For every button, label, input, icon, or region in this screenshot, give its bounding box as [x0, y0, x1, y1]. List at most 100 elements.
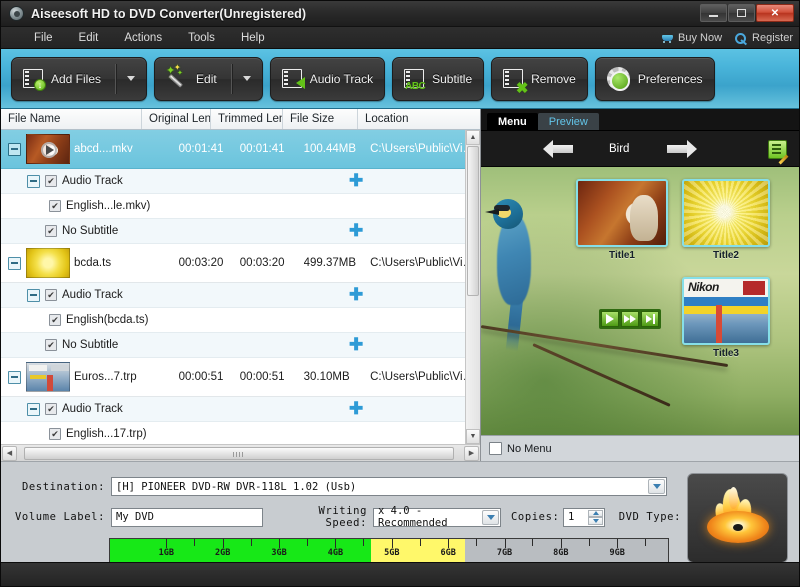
- subtitle-label: No Subtitle: [62, 339, 119, 351]
- subtitle-checkbox[interactable]: [45, 225, 57, 237]
- subtitle-group-row[interactable]: No Subtitle ✚: [1, 333, 480, 358]
- scroll-left-button[interactable]: ◀: [2, 445, 17, 461]
- audio-track-group-row[interactable]: Audio Track ✚: [1, 169, 480, 194]
- remove-label: Remove: [531, 71, 576, 86]
- chevron-down-icon[interactable]: [127, 76, 136, 81]
- vertical-scrollbar[interactable]: ▲ ▼: [465, 130, 480, 444]
- audio-track-group-row[interactable]: Audio Track ✚: [1, 397, 480, 422]
- subtitle-group-row[interactable]: No Subtitle ✚: [1, 219, 480, 244]
- horizontal-scroll-track[interactable]: [18, 446, 463, 460]
- left-arrow-icon[interactable]: [543, 139, 575, 158]
- horizontal-scrollbar[interactable]: ◀ ▶: [1, 444, 480, 461]
- tab-menu[interactable]: Menu: [487, 113, 538, 130]
- group-expander-toggle[interactable]: [27, 288, 40, 302]
- row-expander-toggle[interactable]: [8, 370, 21, 384]
- close-button[interactable]: ✕: [756, 4, 794, 22]
- audio-language-row[interactable]: English(bcda.ts): [1, 308, 480, 333]
- row-expander-toggle[interactable]: [8, 256, 21, 270]
- remove-button[interactable]: ✖ Remove: [491, 56, 588, 101]
- menu-title-item-1[interactable]: Title1: [576, 179, 668, 261]
- table-row[interactable]: Euros...7.trp 00:00:51 00:00:51 30.10MB …: [1, 358, 480, 397]
- maximize-button[interactable]: [728, 4, 755, 22]
- column-header-trimmed-length[interactable]: Trimmed Leng: [211, 109, 283, 129]
- plus-icon[interactable]: ✚: [349, 336, 365, 353]
- menu-item-actions[interactable]: Actions: [113, 29, 173, 47]
- no-menu-checkbox[interactable]: [489, 442, 502, 455]
- menu-item-file[interactable]: File: [23, 29, 64, 47]
- scroll-grip: [233, 451, 245, 457]
- column-header-file-size[interactable]: File Size: [283, 109, 358, 129]
- horizontal-scroll-thumb[interactable]: [24, 446, 454, 460]
- minimize-button[interactable]: [700, 4, 727, 22]
- title-thumbnail[interactable]: [682, 277, 770, 345]
- plus-icon[interactable]: ✚: [349, 222, 365, 239]
- menu-item-help[interactable]: Help: [230, 29, 276, 47]
- title-thumbnail[interactable]: [682, 179, 770, 247]
- audio-track-checkbox[interactable]: [45, 289, 57, 301]
- copies-spinner[interactable]: [588, 509, 603, 525]
- buy-now-button[interactable]: Buy Now: [661, 32, 722, 44]
- edit-button[interactable]: ✦ ✦ ✦ ✦ Edit: [154, 56, 263, 101]
- menu-item-tools[interactable]: Tools: [177, 29, 226, 47]
- chevron-down-icon[interactable]: [242, 76, 251, 81]
- stepper-down-icon[interactable]: [588, 517, 603, 525]
- plus-icon[interactable]: ✚: [349, 400, 365, 417]
- subtitle-button[interactable]: ABC Subtitle: [392, 56, 485, 101]
- stepper-up-icon[interactable]: [588, 509, 603, 517]
- copies-stepper[interactable]: 1: [563, 507, 605, 527]
- scroll-down-button[interactable]: ▼: [466, 429, 480, 444]
- tick-label-7gb: 7GB: [496, 548, 513, 558]
- vertical-scroll-thumb[interactable]: [467, 146, 479, 296]
- table-row[interactable]: abcd....mkv 00:01:41 00:01:41 100.44MB C…: [1, 130, 480, 169]
- table-row[interactable]: bcda.ts 00:03:20 00:03:20 499.37MB C:\Us…: [1, 244, 480, 283]
- menu-item-edit[interactable]: Edit: [68, 29, 110, 47]
- menu-title-item-3[interactable]: Title3: [682, 277, 770, 359]
- preferences-button[interactable]: Preferences: [594, 56, 715, 101]
- column-header-original-length[interactable]: Original Lengt: [142, 109, 211, 129]
- file-list-body[interactable]: abcd....mkv 00:01:41 00:01:41 100.44MB C…: [1, 130, 480, 461]
- plus-icon[interactable]: ✚: [349, 172, 365, 189]
- tab-preview[interactable]: Preview: [537, 113, 599, 130]
- burn-button[interactable]: [687, 473, 788, 563]
- audio-track-checkbox[interactable]: [45, 403, 57, 415]
- video-thumbnail: [26, 362, 70, 392]
- audio-language-checkbox[interactable]: [49, 314, 61, 326]
- row-expander-toggle[interactable]: [8, 142, 21, 156]
- audio-language-row[interactable]: English...le.mkv): [1, 194, 480, 219]
- subtitle-checkbox[interactable]: [45, 339, 57, 351]
- group-expander-toggle[interactable]: [27, 402, 40, 416]
- audio-track-button[interactable]: Audio Track: [269, 56, 386, 101]
- cell-original-length: 00:00:51: [178, 371, 224, 383]
- register-button[interactable]: Register: [735, 32, 793, 44]
- title-thumbnail[interactable]: [576, 179, 668, 247]
- writing-speed-select[interactable]: x 4.0 - Recommended: [373, 505, 501, 529]
- audio-language-checkbox[interactable]: [49, 200, 61, 212]
- add-files-button[interactable]: ↓ Add Files: [11, 56, 148, 101]
- edit-menu-icon[interactable]: [768, 140, 787, 159]
- menu-bar-right: Buy Now Register: [661, 27, 793, 49]
- column-header-file-name[interactable]: File Name: [1, 109, 142, 129]
- tick-label-5gb: 5GB: [384, 548, 400, 558]
- scroll-right-button[interactable]: ▶: [464, 445, 479, 461]
- group-expander-toggle[interactable]: [27, 174, 40, 188]
- chevron-down-icon[interactable]: [482, 509, 499, 525]
- menu-title-item-2[interactable]: Title2: [682, 179, 770, 261]
- chevron-down-icon[interactable]: [648, 479, 665, 494]
- audio-track-group-row[interactable]: Audio Track ✚: [1, 283, 480, 308]
- play-icon[interactable]: [601, 311, 619, 327]
- column-header-location[interactable]: Location: [358, 109, 466, 129]
- audio-language-checkbox[interactable]: [49, 428, 61, 440]
- volume-label-input[interactable]: My DVD: [111, 507, 263, 527]
- audio-track-checkbox[interactable]: [45, 175, 57, 187]
- destination-select[interactable]: [H] PIONEER DVD-RW DVR-118L 1.02 (Usb): [111, 477, 667, 496]
- title-caption: Title3: [713, 348, 739, 359]
- volume-label-value: My DVD: [116, 511, 154, 523]
- video-thumbnail: [26, 248, 70, 278]
- fast-forward-icon[interactable]: [621, 311, 639, 327]
- scroll-up-button[interactable]: ▲: [466, 130, 480, 145]
- cell-file-size: 100.44MB: [303, 143, 357, 155]
- skip-next-icon[interactable]: [641, 311, 659, 327]
- menu-preview-stage[interactable]: Title1 Title2 Title3: [481, 167, 799, 435]
- plus-icon[interactable]: ✚: [349, 286, 365, 303]
- right-arrow-icon[interactable]: [665, 139, 698, 158]
